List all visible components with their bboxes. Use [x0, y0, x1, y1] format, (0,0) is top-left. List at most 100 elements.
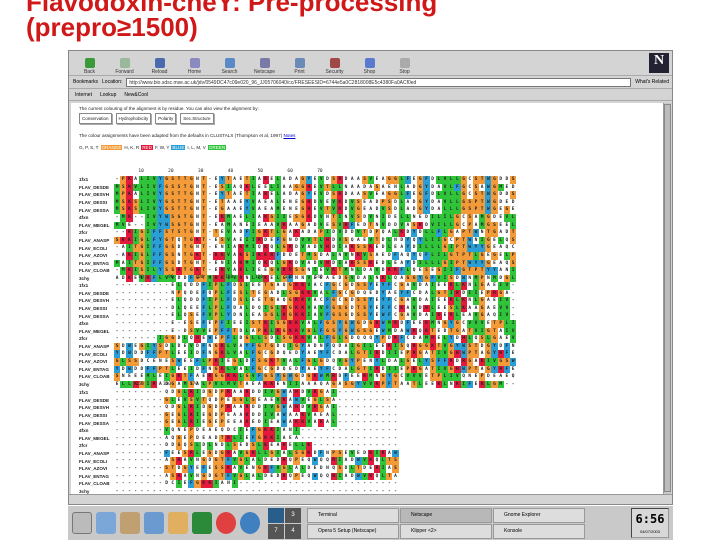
conservation-button[interactable]: Conservation: [79, 113, 112, 124]
task-klipper[interactable]: Klipper <2>: [400, 523, 492, 539]
vertical-scrollbar[interactable]: [663, 103, 671, 495]
url-input[interactable]: http://www.bio.sdsc.mse.ac.uk/jdv/0549DC…: [126, 77, 632, 87]
desktop-1[interactable]: [268, 507, 284, 523]
location-label: Location:: [102, 79, 123, 85]
residue-cell: D: [511, 184, 515, 190]
sequence-row: FLAV_DESSA M S K S L I V Y G S T T G N T - E G A A E Y V A E A M E N E…: [79, 206, 516, 214]
shell-icon[interactable]: [168, 512, 188, 534]
reload-button[interactable]: Reload: [145, 58, 174, 75]
sequence-row: FLAV_MEGEL M V E - - I V Y W S G T G N T - E A M A N E I E A A V K A A…: [79, 221, 517, 230]
sequence-name: FLAV_ANASP: [79, 238, 110, 244]
residue-cell: P: [510, 251, 517, 260]
residue-cell: -: [511, 313, 515, 319]
editor-icon[interactable]: [120, 512, 140, 534]
netscape-button[interactable]: Netscape: [250, 58, 279, 75]
sequence-name: FLAV_DESSI: [79, 306, 107, 312]
task-explorer[interactable]: Gnome Explorer: [493, 507, 585, 523]
residue-cell: -: [511, 283, 515, 288]
internet-link[interactable]: Internet: [75, 92, 92, 98]
legend-residues: G, P, S, T: [79, 145, 99, 150]
print-button[interactable]: Print: [285, 58, 314, 75]
sequence-row: FLAV_DESSA - - - - - - - - G E G L R I E G E P E E A K E D I E A W A K…: [79, 419, 399, 427]
help-icon[interactable]: [216, 512, 236, 534]
notes-link[interactable]: Notes: [283, 133, 295, 138]
status-bar: [69, 494, 672, 504]
home-icon[interactable]: [144, 512, 164, 534]
lookup-link[interactable]: Lookup: [100, 92, 116, 98]
newcool-link[interactable]: New&Cool: [124, 92, 148, 98]
sequence-row: FLAV_MEGEL - - - - - - - - A Q G E P D E A D T R L I E F G K K I A E A…: [79, 434, 399, 443]
desktop-3[interactable]: 7: [268, 523, 284, 539]
sequence-name: FLAV_DESVH: [79, 192, 110, 198]
sequence-name: FLAV_DESVH: [79, 405, 110, 411]
sequence-name: FLAV_DESSI: [79, 200, 107, 206]
browser-icon[interactable]: [240, 512, 260, 534]
location-toolbar: Bookmarks Location: http://www.bio.sdsc.…: [69, 76, 672, 89]
page-content: The current colouring of the alignment i…: [71, 103, 664, 495]
residue-cell: D: [511, 199, 515, 205]
residue-cell: -: [511, 290, 515, 296]
sequence-row: FLAV_ENTAG M A I T G I F F G S D T G N T - E N I A K M I Q K Q L G K D…: [79, 259, 517, 268]
sequence-row: FLAV_ECOLI - A I T G I F F G S D T G N T - E N I A K M I Q K Q L G K D…: [79, 244, 516, 252]
colour-note: The colour assignments have been adapted…: [79, 133, 296, 138]
sequence-name: FLAV_CLOAB: [79, 374, 110, 380]
clock[interactable]: 6:56 04/07/2003: [631, 508, 669, 538]
sequence-name: 4fxn: [79, 215, 89, 221]
residue-cell: L: [510, 221, 517, 230]
home-button[interactable]: Home: [180, 58, 209, 75]
residue-cell: I: [510, 267, 517, 275]
desktop-pager: 3 7 4: [268, 507, 301, 539]
stop-button[interactable]: Stop: [390, 58, 419, 75]
reload-icon: [154, 58, 165, 68]
bookmarks-button[interactable]: Bookmarks: [73, 79, 98, 85]
sequence-name: FLAV_DESDE: [79, 184, 110, 190]
hydrophobicity-button[interactable]: Hydrophobicity: [115, 113, 152, 124]
sequence-row: 4fxn - M K - - I V Y W S G T G N T - E K M A E L I A K G I I E S G K D V N T…: [79, 213, 517, 222]
security-button[interactable]: Security: [320, 58, 349, 75]
sequence-name: FLAV_DESDE: [79, 290, 110, 296]
legend-swatch-blue: BLUE: [171, 145, 186, 150]
residue-cell: -: [394, 390, 397, 395]
back-button[interactable]: Back: [75, 58, 104, 75]
sequence-row: FLAV_AZOVI - A K I G L F F G S N T G K T - R K V A K S I K K R F D D E…: [79, 251, 517, 260]
sequence-name: FLAV_ENTAG: [79, 366, 109, 372]
intro-text: The current colouring of the alignment i…: [79, 106, 259, 111]
print-icon: [294, 58, 305, 68]
sequence-name: FLAV_MEGEL: [79, 328, 110, 334]
kde-menu-icon[interactable]: [72, 512, 92, 534]
polarity-button[interactable]: Polarity: [155, 113, 177, 124]
browser-window: Back Forward Reload Home Search Netscape Print…: [68, 50, 673, 505]
sequence-row: 4fxn - - - - - - - - - E - E S E F E P F I E E I S T K I S G K K V A L F G S…: [79, 319, 517, 328]
shop-button[interactable]: Shop: [355, 58, 384, 75]
residue-cell: W: [510, 357, 517, 366]
desktop-2[interactable]: 3: [285, 507, 301, 523]
legend-residues: I, L, M, V: [187, 145, 206, 150]
residue-cell: -: [394, 481, 397, 487]
residue-cell: V: [510, 335, 517, 343]
task-netscape[interactable]: Netscape: [400, 507, 492, 523]
task-opera-setup[interactable]: Opera 5 Setup (Netscape): [307, 523, 399, 539]
whats-related-button[interactable]: What's Related: [635, 79, 672, 85]
desktop-4[interactable]: 4: [285, 523, 301, 539]
monitor-icon[interactable]: [192, 512, 212, 534]
sec-structure-button[interactable]: Sec.Structure: [180, 113, 214, 124]
residue-cell: Q: [511, 374, 515, 380]
sequence-row: FLAV_AZOVI G L S S D C E N E S W E E F L P K I E G L D F S G K T V A L…: [79, 357, 517, 366]
sequence-row: FLAV_DESVH - - - - - - - - - E L Q D D F I P L F D S L E E T G A Q G R…: [79, 297, 516, 305]
sequence-row: 2fcr - - - - - - - I G G D L Q H E W E P F L D G L L S D L S G K K V A L F G…: [79, 335, 517, 343]
task-terminal[interactable]: Terminal: [307, 507, 399, 523]
sequence-row: FLAV_AZOVI - - - - - - - - S T D G Y E F E S S K A V E N G K F V G L A…: [79, 464, 399, 473]
sequence-name: FLAV_AZOVI: [79, 359, 108, 365]
search-button[interactable]: Search: [215, 58, 244, 75]
sequence-name: FLAV_ENTAG: [79, 260, 109, 266]
sequence-row: FLAV_DESSI - - - - - - - - - D L Q E E F L P L F D A L D Q I G L K G K…: [79, 304, 516, 313]
sequence-row: FLAV_DESDE M S K V L I V F G S S T G N T - E S I A Q K L E E L I A A G…: [79, 183, 516, 192]
sequence-row: FLAV_DESDE - - - - - - - - G L E V S V T Q D P E S G L S E A E V K A W…: [79, 396, 399, 405]
sequence-row: 1fx1- - - - - - - - - E L Q D D F I P L F D S L E E T G A Q G R K V A C F G…: [79, 282, 516, 290]
task-konsole[interactable]: Konsole: [493, 523, 585, 539]
task-list: Terminal Netscape Gnome Explorer Opera 5…: [307, 507, 585, 539]
desktop-icon[interactable]: [96, 512, 116, 534]
residue-cell: -: [394, 443, 397, 449]
residue-cell: -: [511, 298, 515, 304]
forward-button[interactable]: Forward: [110, 58, 139, 75]
